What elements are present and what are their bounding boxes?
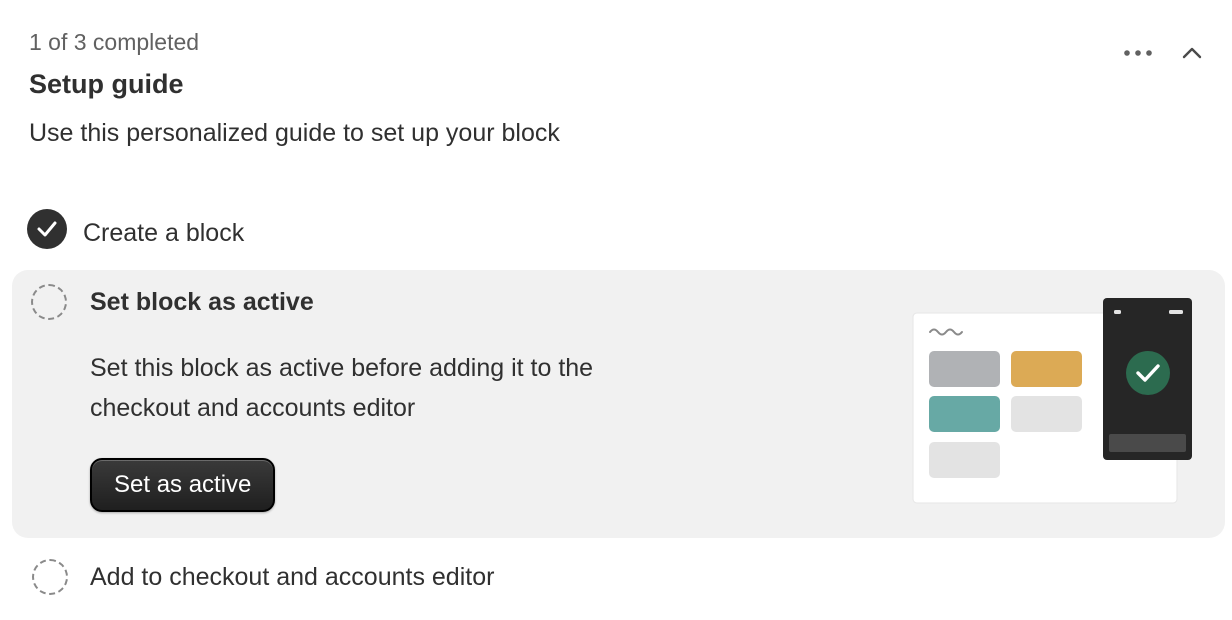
- ellipsis-icon: [1124, 50, 1152, 56]
- step-title: Set block as active: [90, 288, 314, 316]
- step-description: Set this block as active before adding i…: [90, 354, 594, 422]
- header-actions: [1120, 36, 1210, 70]
- more-actions-button[interactable]: [1120, 36, 1156, 70]
- step-label: Add to checkout and accounts editor: [90, 562, 495, 591]
- page-title: Setup guide: [29, 69, 184, 99]
- incomplete-circle-icon[interactable]: [31, 284, 67, 320]
- collapse-button[interactable]: [1174, 36, 1210, 70]
- set-as-active-button[interactable]: Set as active: [90, 458, 276, 512]
- step-label: Create a block: [83, 218, 245, 247]
- page-subtitle: Use this personalized guide to set up yo…: [29, 119, 560, 147]
- step-set-active: Set block as active Set this block as ac…: [12, 270, 1225, 538]
- chevron-up-icon: [1182, 47, 1202, 59]
- block-illustration: [912, 298, 1192, 504]
- progress-text: 1 of 3 completed: [29, 29, 200, 55]
- incomplete-circle-icon[interactable]: [32, 559, 68, 595]
- completed-check-icon[interactable]: [27, 209, 67, 249]
- step-create-block[interactable]: Create a block: [27, 209, 244, 249]
- step-add-to-editor[interactable]: Add to checkout and accounts editor: [32, 559, 494, 595]
- setup-guide-card: 1 of 3 completed Setup guide Use this pe…: [0, 0, 1232, 620]
